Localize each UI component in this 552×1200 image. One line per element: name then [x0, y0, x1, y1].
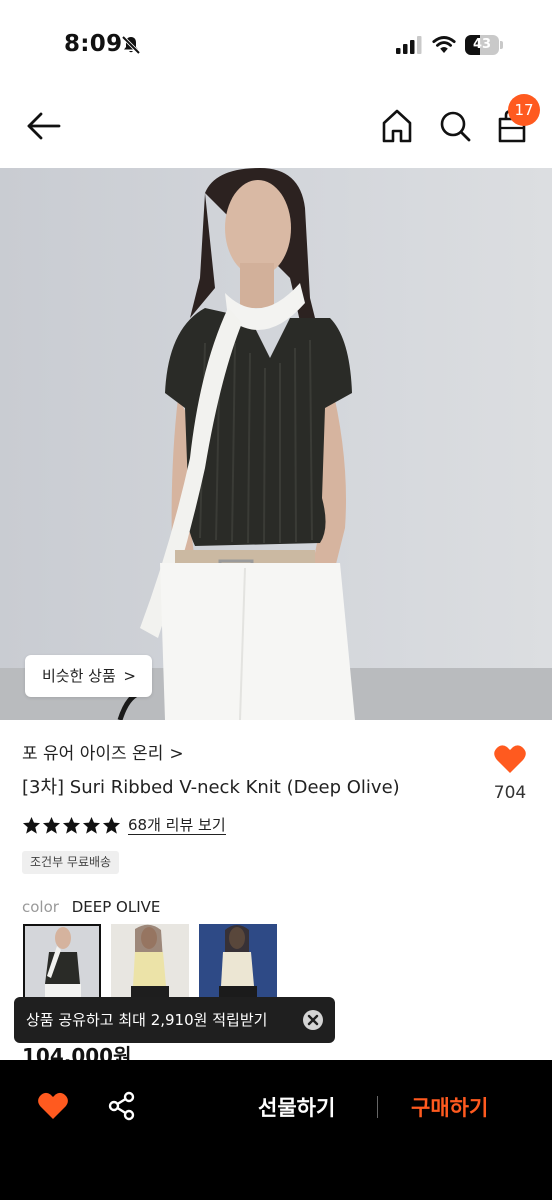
home-icon[interactable] [380, 108, 414, 144]
color-swatch-yellow[interactable] [111, 924, 189, 1000]
color-swatch-ivory[interactable] [199, 924, 277, 1000]
rating-row: 68개 리뷰 보기 [22, 813, 226, 837]
color-value: DEEP OLIVE [71, 898, 161, 916]
color-swatch-deep-olive[interactable] [23, 924, 101, 1000]
nav-header [0, 90, 552, 168]
cellular-signal-icon [396, 36, 422, 54]
rating-stars [22, 816, 122, 835]
brand-link[interactable]: 포 유어 아이즈 온리 > [22, 739, 184, 764]
battery-icon: 43 [465, 35, 503, 55]
product-photo [0, 168, 552, 720]
toast-message: 상품 공유하고 최대 2,910원 적립받기 [26, 1011, 268, 1029]
similar-products-label: 비슷한 상품 [42, 667, 116, 685]
chevron-right-icon: > [169, 744, 184, 764]
buy-button[interactable]: 구매하기 [411, 1092, 488, 1122]
gift-button[interactable]: 선물하기 [258, 1092, 335, 1122]
divider [377, 1096, 378, 1118]
status-time: 8:09 [64, 31, 123, 57]
wishlist-heart-icon[interactable] [37, 1091, 69, 1121]
bell-off-icon [121, 35, 141, 55]
share-icon[interactable] [108, 1091, 136, 1121]
wifi-icon [432, 36, 456, 53]
back-arrow-icon[interactable] [26, 110, 62, 142]
color-label: color [22, 898, 59, 916]
like-button[interactable]: 704 [488, 743, 532, 803]
shipping-badge: 조건부 무료배송 [22, 851, 120, 874]
cart-count-badge: 17 [508, 94, 540, 126]
product-title: [3차] Suri Ribbed V-neck Knit (Deep Olive… [22, 777, 400, 798]
product-image[interactable]: 비슷한 상품 > [0, 168, 552, 720]
star-icon [42, 816, 61, 834]
close-icon[interactable] [303, 1010, 323, 1030]
star-icon [82, 816, 101, 834]
star-icon [62, 816, 81, 834]
star-icon [102, 816, 121, 834]
search-icon[interactable] [438, 108, 472, 144]
share-reward-toast[interactable]: 상품 공유하고 최대 2,910원 적립받기 [14, 997, 335, 1043]
battery-percent: 43 [472, 37, 492, 52]
chevron-right-icon: > [123, 667, 136, 685]
review-link[interactable]: 68개 리뷰 보기 [128, 816, 226, 835]
star-icon [22, 816, 41, 834]
bottom-action-bar: 선물하기 구매하기 [0, 1060, 552, 1200]
status-bar: 8:09 43 [0, 0, 552, 90]
similar-products-button[interactable]: 비슷한 상품 > [25, 655, 152, 697]
like-count: 704 [493, 783, 527, 803]
heart-icon [494, 745, 526, 773]
color-row: color DEEP OLIVE [22, 898, 160, 916]
brand-name: 포 유어 아이즈 온리 [22, 744, 164, 764]
